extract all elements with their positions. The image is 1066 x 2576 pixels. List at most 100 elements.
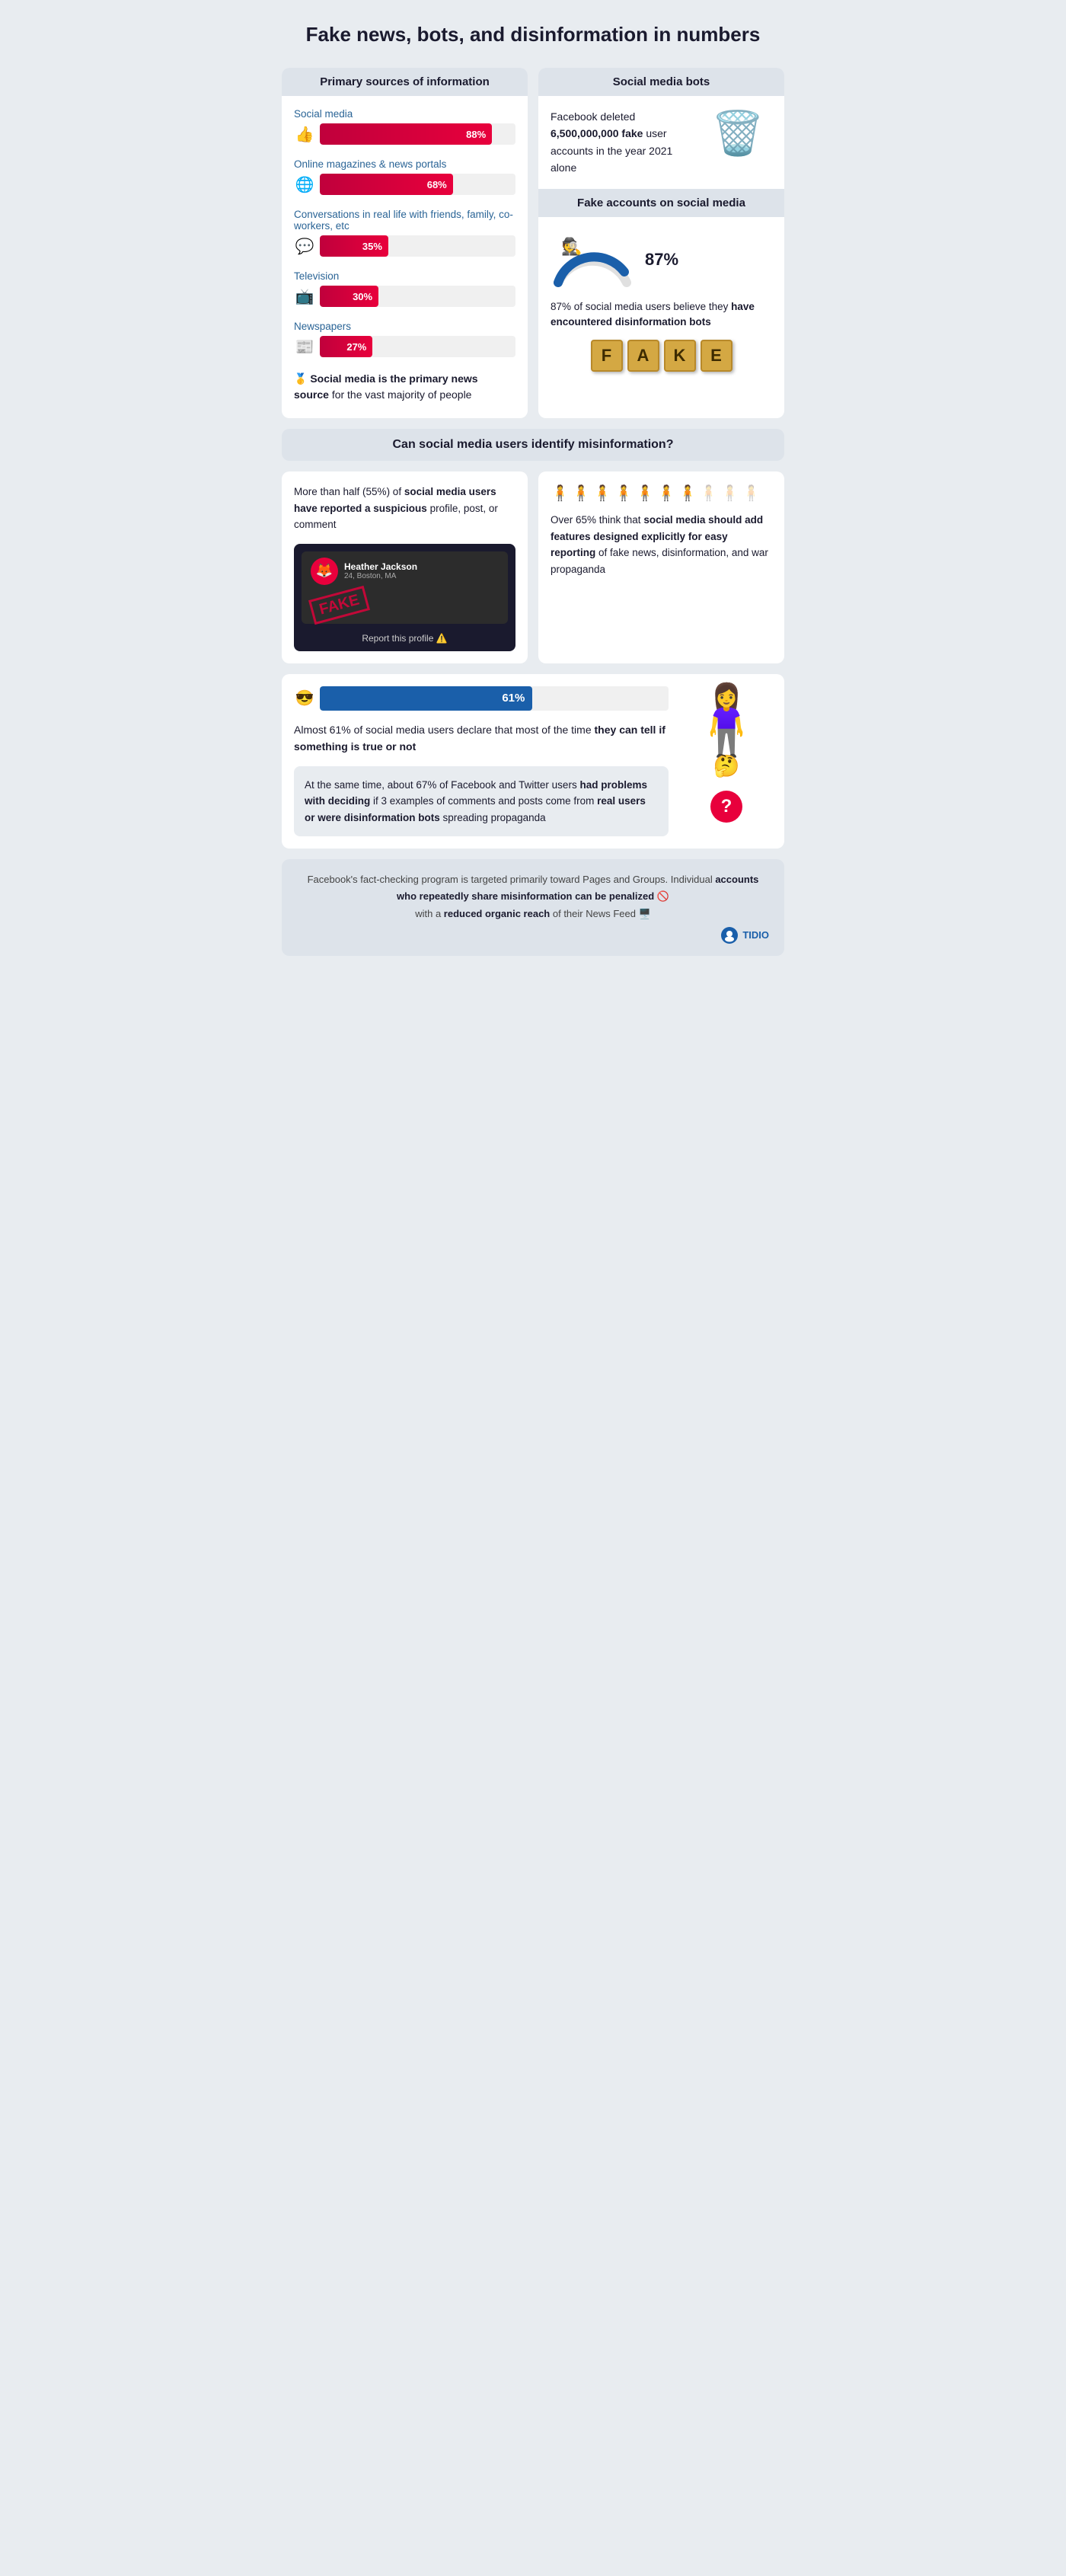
bar-conversations-fill: 35%: [320, 235, 388, 257]
bar-television: Television 📺 30%: [294, 270, 515, 307]
bar-online-magazines: Online magazines & news portals 🌐 68%: [294, 158, 515, 195]
person-icon-4: 🧍: [614, 484, 634, 503]
speech-bubble-icon: 💬: [294, 237, 315, 256]
page-title: Fake news, bots, and disinformation in n…: [282, 15, 784, 54]
bar-online-magazines-fill: 68%: [320, 174, 453, 195]
bar-conversations-pct: 35%: [362, 241, 382, 252]
thinking-emoji: 🤔: [713, 753, 740, 778]
bar-online-magazines-label: Online magazines & news portals: [294, 158, 515, 170]
fake-stamp: FAKE: [308, 586, 370, 625]
profile-location: 24, Boston, MA: [344, 572, 417, 580]
profile-card-mock: 🦊 Heather Jackson 24, Boston, MA FAKE: [302, 551, 508, 624]
sunglasses-icon: 😎: [294, 689, 315, 708]
bar-television-row: 📺 30%: [294, 286, 515, 307]
bar-television-label: Television: [294, 270, 515, 282]
thumbs-up-icon: 👍: [294, 125, 315, 144]
right-panel-bots-header: Social media bots: [538, 68, 784, 96]
fb-deleted-section: Facebook deleted 6,500,000,000 fake user…: [538, 96, 784, 189]
left-panel-header: Primary sources of information: [282, 68, 528, 96]
gray-box: At the same time, about 67% of Facebook …: [294, 766, 669, 837]
people-icons: 🧍 🧍 🧍 🧍 🧍 🧍 🧍 🧍 🧍 🧍: [551, 484, 772, 503]
footer-text: Facebook's fact-checking program is targ…: [297, 871, 769, 922]
bottom-bar-row: 😎 61%: [294, 686, 669, 711]
avatar-emoji: 🦊: [316, 563, 333, 579]
almost-61-text: Almost 61% of social media users declare…: [294, 721, 669, 756]
gauge-svg-wrap: 🕵️: [551, 229, 634, 290]
bottom-bar-pct: 61%: [502, 692, 525, 705]
fb-deleted-text: Facebook deleted 6,500,000,000 fake user…: [551, 108, 694, 177]
bar-social-media-track: 88%: [320, 123, 515, 145]
scrabble-tiles: F A K E: [551, 340, 772, 372]
question-circle: ?: [710, 791, 742, 823]
tidio-branding: TIDIO: [297, 927, 769, 944]
bar-newspapers-row: 📰 27%: [294, 336, 515, 357]
bar-online-magazines-track: 68%: [320, 174, 515, 195]
identify-section: More than half (55%) of social media use…: [282, 471, 784, 663]
medal-icon: 🥇: [294, 372, 307, 385]
tile-a: A: [627, 340, 659, 372]
person-icon-7: 🧍: [678, 484, 697, 503]
identify-right-text: Over 65% think that social media should …: [551, 512, 772, 577]
tidio-logo-icon: [721, 927, 738, 944]
tile-k: K: [664, 340, 696, 372]
bar-newspapers-label: Newspapers: [294, 321, 515, 332]
report-screen-mock: 🦊 Heather Jackson 24, Boston, MA FAKE Re…: [294, 544, 515, 651]
identify-right: 🧍 🧍 🧍 🧍 🧍 🧍 🧍 🧍 🧍 🧍 Over 65% think that …: [538, 471, 784, 663]
identify-left-text: More than half (55%) of social media use…: [294, 484, 515, 533]
bottom-bar-fill: 61%: [320, 686, 532, 711]
bar-newspapers-track: 27%: [320, 336, 515, 357]
person-icon-2: 🧍: [572, 484, 591, 503]
profile-name: Heather Jackson: [344, 561, 417, 572]
bar-social-media-fill: 88%: [320, 123, 492, 145]
person-icon-1: 🧍: [551, 484, 570, 503]
bar-conversations-label: Conversations in real life with friends,…: [294, 209, 515, 232]
top-section: Primary sources of information Social me…: [282, 68, 784, 418]
bar-social-media-label: Social media: [294, 108, 515, 120]
profile-info: Heather Jackson 24, Boston, MA: [344, 561, 417, 580]
avatar: 🦊: [311, 558, 338, 585]
newspaper-icon: 📰: [294, 337, 315, 356]
gauge-container: 🕵️ 87%: [551, 229, 772, 290]
bottom-bar-track: 61%: [320, 686, 669, 711]
bar-social-media-row: 👍 88%: [294, 123, 515, 145]
bar-social-media: Social media 👍 88%: [294, 108, 515, 145]
right-panel: Social media bots Facebook deleted 6,500…: [538, 68, 784, 418]
identify-left: More than half (55%) of social media use…: [282, 471, 528, 663]
bar-conversations: Conversations in real life with friends,…: [294, 209, 515, 257]
tv-icon: 📺: [294, 287, 315, 306]
person-icon-3: 🧍: [593, 484, 612, 503]
person-icon-5: 🧍: [636, 484, 655, 503]
gray-box-text: At the same time, about 67% of Facebook …: [305, 777, 658, 826]
bar-newspapers-pct: 27%: [346, 341, 366, 353]
bar-social-media-pct: 88%: [466, 129, 486, 140]
footer-section: Facebook's fact-checking program is targ…: [282, 859, 784, 955]
bottom-left: 😎 61% Almost 61% of social media users d…: [294, 686, 669, 837]
person-icon-10: 🧍: [742, 484, 761, 503]
mid-section-header: Can social media users identify misinfor…: [282, 429, 784, 461]
bar-online-magazines-row: 🌐 68%: [294, 174, 515, 195]
tidio-brand-label: TIDIO: [742, 929, 769, 941]
globe-icon: 🌐: [294, 175, 315, 194]
fake-accounts-body: 🕵️ 87% 87% of social media users believe…: [538, 217, 784, 385]
left-panel: Primary sources of information Social me…: [282, 68, 528, 418]
tile-e: E: [701, 340, 732, 372]
person-icon-6: 🧍: [657, 484, 676, 503]
bar-television-track: 30%: [320, 286, 515, 307]
bar-online-magazines-pct: 68%: [427, 179, 447, 190]
profile-header-mock: 🦊 Heather Jackson 24, Boston, MA: [311, 558, 499, 585]
left-panel-body: Social media 👍 88% Online magazines & ne…: [282, 96, 528, 418]
mid-section-text: Can social media users identify misinfor…: [393, 438, 674, 451]
tile-f: F: [591, 340, 623, 372]
bottom-wide: 😎 61% Almost 61% of social media users d…: [282, 674, 784, 849]
woman-emoji-area: 🧍‍♀️ 🤔 ?: [681, 686, 772, 823]
bar-newspapers: Newspapers 📰 27%: [294, 321, 515, 357]
gauge-pct-label: 87%: [645, 250, 678, 270]
primary-note-text: for the vast majority of people: [332, 388, 472, 401]
fake-accounts-header: Fake accounts on social media: [538, 189, 784, 217]
report-profile-button[interactable]: Report this profile ⚠️: [362, 633, 447, 644]
fake-accounts-text: 87% of social media users believe they h…: [551, 299, 772, 331]
primary-note: 🥇 Social media is the primary news sourc…: [294, 371, 515, 403]
bar-conversations-track: 35%: [320, 235, 515, 257]
bar-television-fill: 30%: [320, 286, 378, 307]
main-container: Fake news, bots, and disinformation in n…: [266, 0, 800, 979]
